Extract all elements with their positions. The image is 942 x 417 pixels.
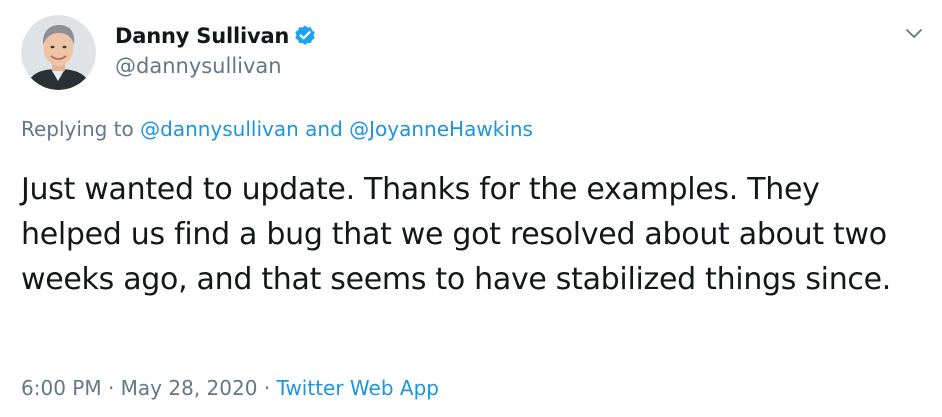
replying-to: Replying to @dannysullivan and @JoyanneH… [21, 117, 533, 141]
chevron-down-icon[interactable] [903, 22, 925, 44]
tweet-time[interactable]: 6:00 PM [21, 376, 102, 400]
author-name-row[interactable]: Danny Sullivan [115, 22, 317, 50]
author-display-name[interactable]: Danny Sullivan [115, 24, 289, 48]
tweet-source-app[interactable]: Twitter Web App [277, 376, 439, 400]
author-handle[interactable]: @dannysullivan [115, 54, 282, 78]
avatar-image [21, 15, 96, 90]
tweet-text: Just wanted to update. Thanks for the ex… [21, 172, 892, 297]
avatar[interactable] [21, 15, 96, 90]
verified-badge-icon [293, 24, 317, 48]
tweet-meta: 6:00 PM · May 28, 2020 · Twitter Web App [21, 376, 439, 400]
reply-user-link[interactable]: @JoyanneHawkins [349, 117, 533, 141]
meta-separator: · [107, 376, 115, 400]
reply-conjunction: and [305, 117, 343, 141]
replying-to-label: Replying to [21, 117, 134, 141]
reply-user-link[interactable]: @dannysullivan [140, 117, 299, 141]
tweet-date[interactable]: May 28, 2020 [121, 376, 258, 400]
meta-separator: · [263, 376, 271, 400]
